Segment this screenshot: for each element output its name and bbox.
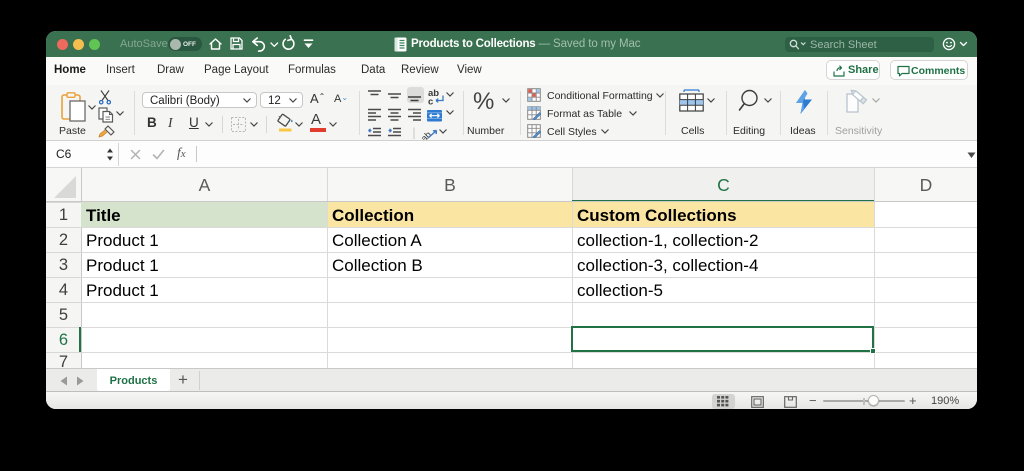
svg-text:c: c xyxy=(428,97,433,108)
